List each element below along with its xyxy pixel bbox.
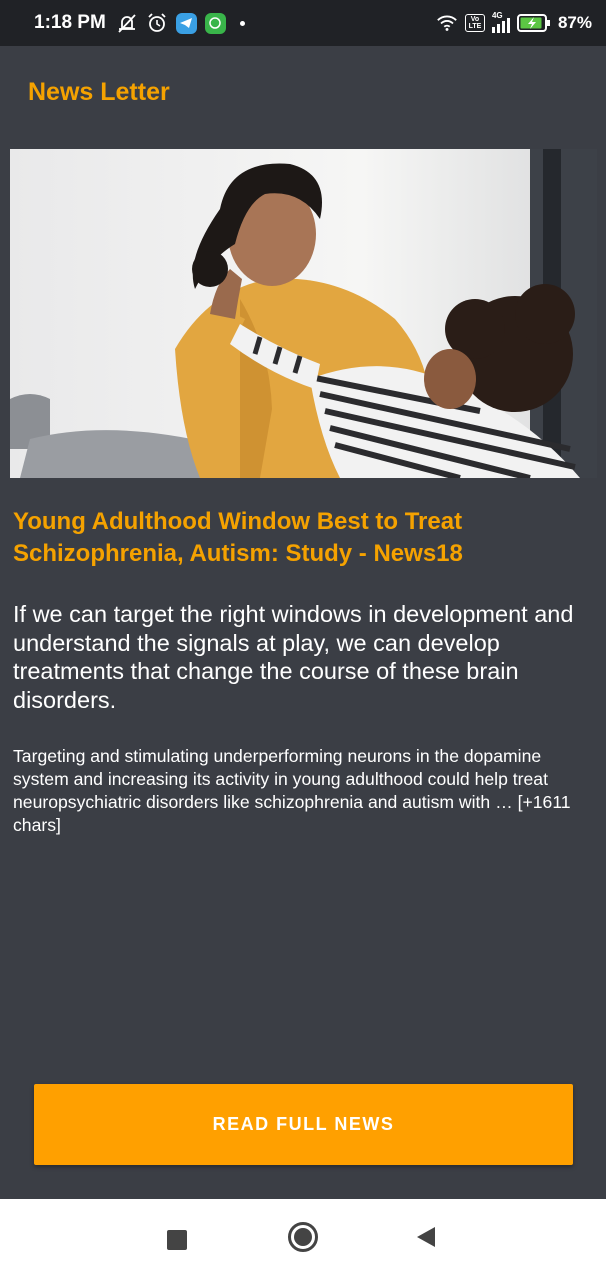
- status-right: Vo LTE 4G 87%: [436, 11, 592, 34]
- home-button[interactable]: [263, 1199, 343, 1280]
- status-time: 1:18 PM: [34, 12, 106, 33]
- recents-button[interactable]: [137, 1199, 217, 1280]
- alarm-icon: [146, 12, 168, 34]
- whatsapp-icon: [204, 12, 226, 34]
- battery-percentage: 87%: [557, 13, 592, 32]
- back-icon: [415, 1225, 437, 1254]
- app-title: News Letter: [28, 78, 170, 106]
- notification-dot: [239, 20, 245, 26]
- article-description: If we can target the right windows in de…: [13, 601, 574, 713]
- article-content: Targeting and stimulating underperformin…: [13, 746, 571, 835]
- network-type: 4G: [491, 11, 503, 20]
- article-title: Young Adulthood Window Best to Treat Sch…: [13, 508, 463, 567]
- signal-icon: 4G: [491, 11, 510, 33]
- navigation-bar: [0, 1199, 606, 1280]
- wifi-icon: [436, 12, 458, 34]
- read-full-news-button[interactable]: READ FULL NEWS: [34, 1084, 573, 1165]
- battery-icon: [516, 14, 551, 32]
- telegram-icon: [175, 12, 197, 34]
- article-image: [10, 149, 597, 478]
- back-button[interactable]: [386, 1199, 466, 1280]
- recents-icon: [167, 1229, 187, 1250]
- mute-icon: [116, 12, 138, 34]
- status-left-icons: [116, 12, 245, 34]
- volte-icon: Vo LTE: [464, 14, 485, 32]
- status-bar: 1:18 PM Vo LTE 4G 87%: [0, 0, 606, 46]
- home-icon: [287, 1221, 319, 1258]
